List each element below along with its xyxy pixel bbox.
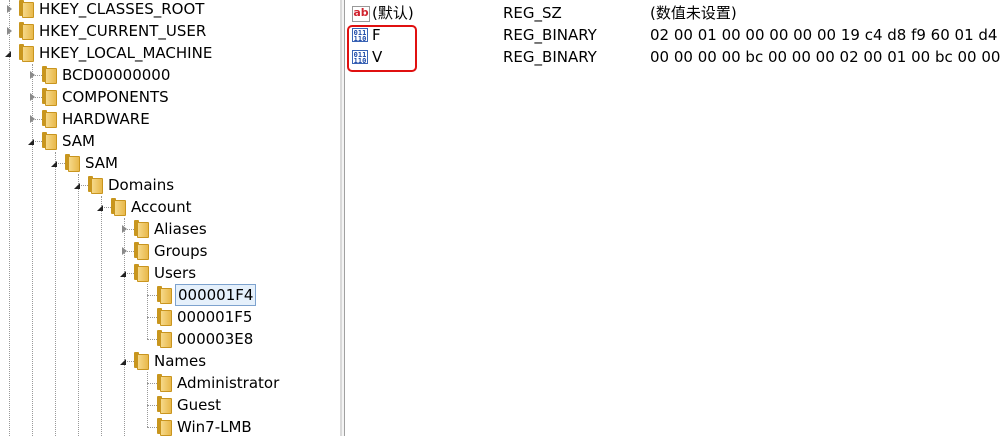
tree-node-win7-lmb[interactable]: Win7-LMB	[142, 416, 340, 436]
folder-icon	[131, 352, 149, 370]
tree-node-label: 000001F5	[177, 308, 253, 326]
tree-node-users[interactable]: Users	[119, 262, 319, 284]
folder-icon	[39, 66, 57, 84]
tree-node-000001f5[interactable]: 000001F5	[142, 306, 340, 328]
value-data: (数值未设置)	[650, 4, 737, 22]
tree-node-label: HKEY_CURRENT_USER	[39, 22, 207, 40]
folder-icon	[131, 220, 149, 238]
tree-node-label: Aliases	[154, 220, 207, 238]
folder-icon	[154, 374, 172, 392]
tree-node-label: Administrator	[177, 374, 280, 392]
tree-node-label: Names	[154, 352, 207, 370]
folder-icon	[62, 154, 80, 172]
expand-arrow-icon[interactable]	[50, 158, 60, 168]
expand-arrow-icon[interactable]	[73, 180, 83, 190]
tree-node-label: 000003E8	[177, 330, 254, 348]
folder-icon	[131, 264, 149, 282]
value-data: 02 00 01 00 00 00 00 00 19 c4 d8 f9 60 0…	[650, 26, 1003, 44]
collapse-arrow-icon[interactable]	[4, 26, 14, 36]
folder-icon	[39, 88, 57, 106]
tree-node-hkey-local-machine[interactable]: HKEY_LOCAL_MACHINE	[4, 42, 212, 64]
value-type: REG_SZ	[503, 4, 562, 22]
value-row[interactable]: 011 110 V REG_BINARY 00 00 00 00 bc 00 00 00…	[346, 46, 1003, 68]
folder-icon	[39, 132, 57, 150]
folder-icon	[39, 110, 57, 128]
folder-icon	[131, 242, 149, 260]
folder-icon	[16, 22, 34, 40]
tree-node-label: Win7-LMB	[177, 418, 252, 436]
expand-arrow-icon[interactable]	[119, 356, 129, 366]
collapse-arrow-icon[interactable]	[119, 246, 129, 256]
tree-node-label: Domains	[108, 176, 175, 194]
tree-node-hkey-current-user[interactable]: HKEY_CURRENT_USER	[4, 20, 206, 42]
expand-arrow-icon[interactable]	[119, 268, 129, 278]
tree-node-label: BCD00000000	[62, 66, 171, 84]
tree-guide-line	[78, 174, 79, 436]
folder-icon	[108, 198, 126, 216]
string-value-icon: ab	[352, 6, 370, 22]
folder-icon	[154, 396, 172, 414]
value-row[interactable]: ab (默认) REG_SZ (数值未设置)	[346, 2, 1003, 24]
tree-node-sam[interactable]: SAM	[50, 152, 250, 174]
tree-node-000003e8[interactable]: 000003E8	[142, 328, 340, 350]
folder-icon	[154, 286, 172, 304]
tree-node-label: COMPONENTS	[62, 88, 169, 106]
tree-node-names[interactable]: Names	[119, 350, 319, 372]
value-type: REG_BINARY	[503, 26, 597, 44]
tree-guide-line	[101, 196, 102, 436]
tree-node-domains[interactable]: Domains	[73, 174, 273, 196]
tree-node-groups[interactable]: Groups	[119, 240, 319, 262]
folder-icon	[16, 44, 34, 62]
tree-guide-line	[55, 152, 56, 436]
tree-node-000001f4[interactable]: 000001F4	[142, 284, 340, 306]
expand-arrow-icon[interactable]	[96, 202, 106, 212]
folder-icon	[154, 308, 172, 326]
value-data: 00 00 00 00 bc 00 00 00 02 00 01 00 bc 0…	[650, 48, 1003, 66]
folder-icon	[154, 330, 172, 348]
value-row[interactable]: 011 110 F REG_BINARY 02 00 01 00 00 00 00 00…	[346, 24, 1003, 46]
tree-node-label: SAM	[62, 132, 96, 150]
tree-node-components[interactable]: COMPONENTS	[27, 86, 227, 108]
tree-node-bcd00000000[interactable]: BCD00000000	[27, 64, 227, 86]
tree-node-label: SAM	[85, 154, 119, 172]
tree-node-label: Users	[154, 264, 197, 282]
tree-node-hardware[interactable]: HARDWARE	[27, 108, 227, 130]
tree-node-administrator[interactable]: Administrator	[142, 372, 340, 394]
tree-node-label: Groups	[154, 242, 208, 260]
tree-node-label: HKEY_CLASSES_ROOT	[39, 0, 205, 18]
folder-icon	[154, 418, 172, 436]
expand-arrow-icon[interactable]	[4, 48, 14, 58]
value-type: REG_BINARY	[503, 48, 597, 66]
registry-key-tree[interactable]: HKEY_CLASSES_ROOT HKEY_CURRENT_USER HKEY_L…	[0, 0, 340, 436]
tree-node-account[interactable]: Account	[96, 196, 296, 218]
folder-icon	[16, 0, 34, 18]
collapse-arrow-icon[interactable]	[119, 224, 129, 234]
tree-node-aliases[interactable]: Aliases	[119, 218, 319, 240]
collapse-arrow-icon[interactable]	[27, 70, 37, 80]
tree-node-hkey-classes-root[interactable]: HKEY_CLASSES_ROOT	[4, 0, 204, 20]
folder-icon	[85, 176, 103, 194]
collapse-arrow-icon[interactable]	[27, 114, 37, 124]
collapse-arrow-icon[interactable]	[4, 4, 14, 14]
collapse-arrow-icon[interactable]	[27, 92, 37, 102]
tree-node-label: 000001F4	[175, 284, 257, 306]
tree-node-label: HKEY_LOCAL_MACHINE	[39, 44, 213, 62]
registry-values-list[interactable]: ab (默认) REG_SZ (数值未设置) 011 110 F REG_BINARY 02 0…	[346, 0, 1003, 436]
tree-node-label: Account	[131, 198, 192, 216]
tree-node-label: Guest	[177, 396, 222, 414]
tree-node-guest[interactable]: Guest	[142, 394, 340, 416]
tree-node-label: HARDWARE	[62, 110, 150, 128]
tree-guide-line	[9, 0, 10, 436]
value-name: (默认)	[372, 4, 414, 22]
expand-arrow-icon[interactable]	[27, 136, 37, 146]
annotation-highlight-box	[347, 25, 417, 72]
tree-node-sam[interactable]: SAM	[27, 130, 227, 152]
